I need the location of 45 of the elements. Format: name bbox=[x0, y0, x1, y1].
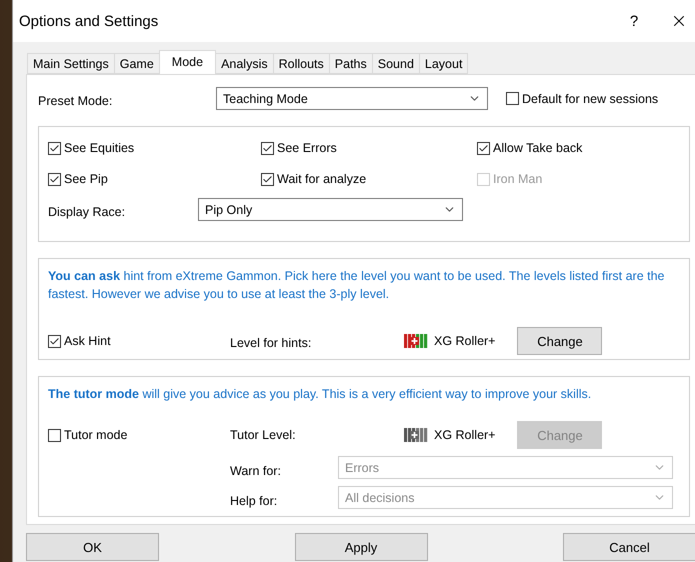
checkbox-label: See Pip bbox=[64, 172, 108, 186]
checkbox[interactable] bbox=[48, 428, 61, 442]
preset-label: Preset Mode: bbox=[38, 92, 114, 108]
dialog-button[interactable]: Apply bbox=[294, 533, 428, 561]
tutor-level-label: Tutor Level: bbox=[230, 428, 297, 442]
tab[interactable]: Paths bbox=[328, 53, 373, 74]
hint-description: You can ask hint from eXtreme Gammon. Pick here the level you want to be used. The levels listed first are the fastest. However we advise you to use at least the 3-ply level. bbox=[48, 268, 666, 303]
checkbox-label: Wait for analyze bbox=[277, 172, 366, 186]
checkbox[interactable] bbox=[48, 334, 61, 348]
checkbox[interactable] bbox=[261, 172, 274, 186]
window-title: Options and Settings bbox=[19, 12, 160, 30]
tutor-description: The tutor mode will give you advice as you play. This is a very efficient way to improve your skills. bbox=[48, 386, 592, 403]
select-label: Help for: bbox=[230, 492, 278, 508]
dialog-button[interactable]: Cancel bbox=[563, 533, 695, 561]
tab[interactable]: Rollouts bbox=[272, 53, 330, 74]
tab[interactable]: Game bbox=[114, 53, 160, 74]
checkbox-label: Ask Hint bbox=[64, 334, 111, 348]
checkbox-label: Iron Man bbox=[493, 172, 542, 186]
engine-name: XG Roller+ bbox=[434, 428, 496, 442]
checkbox-label: Tutor mode bbox=[64, 428, 128, 442]
checkbox-label: See Equities bbox=[64, 141, 134, 155]
tab[interactable]: Layout bbox=[418, 53, 468, 74]
dialog-button[interactable]: OK bbox=[26, 533, 159, 561]
checkbox-label: See Errors bbox=[277, 141, 337, 155]
engine-icon bbox=[404, 333, 428, 349]
checkbox[interactable] bbox=[261, 142, 274, 154]
checkbox[interactable] bbox=[48, 172, 61, 186]
checkbox[interactable] bbox=[48, 142, 61, 154]
engine-name: XG Roller+ bbox=[434, 334, 496, 348]
help-button[interactable]: ? bbox=[624, 12, 644, 30]
level-label: Level for hints: bbox=[230, 335, 312, 350]
checkbox[interactable] bbox=[477, 142, 490, 154]
tab[interactable]: Main Settings bbox=[27, 53, 115, 74]
engine-icon bbox=[404, 427, 428, 443]
display-race-label: Display Race: bbox=[48, 204, 126, 218]
change-button[interactable]: Change bbox=[517, 327, 602, 355]
tab[interactable]: Sound bbox=[372, 53, 420, 74]
checkbox[interactable] bbox=[506, 92, 519, 105]
tab[interactable]: Analysis bbox=[215, 53, 274, 74]
checkbox-label: Default for new sessions bbox=[522, 92, 658, 106]
select-label: Warn for: bbox=[230, 462, 282, 478]
display-race-dropdown[interactable]: Pip Only bbox=[198, 198, 463, 221]
tab[interactable]: Mode bbox=[158, 50, 216, 74]
checkbox-label: Allow Take back bbox=[493, 141, 582, 155]
preset-dropdown[interactable]: Teaching Mode bbox=[216, 87, 488, 110]
